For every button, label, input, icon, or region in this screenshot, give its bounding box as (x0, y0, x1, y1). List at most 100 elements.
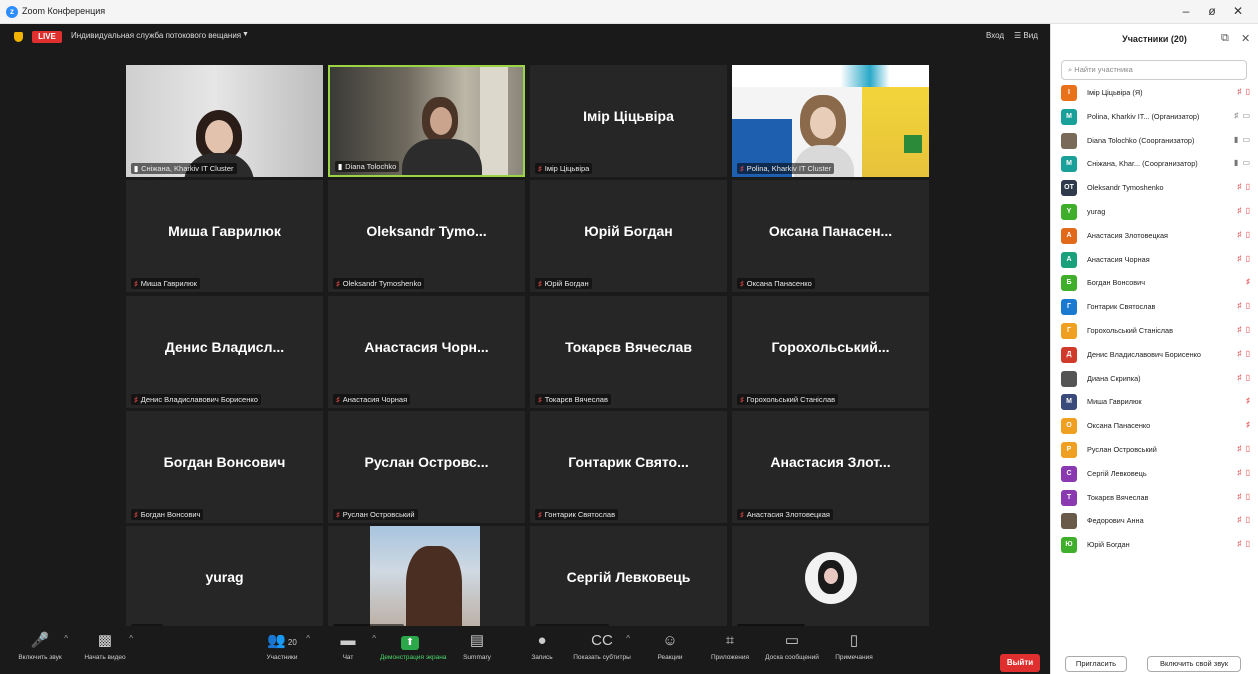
participant-name: Сніжана, Khar... (Соорганизатор) (1087, 159, 1198, 169)
reactions-button[interactable]: ☺ Реакции (640, 626, 700, 674)
mic-video-muted-icon: ♯ ▯ (1237, 182, 1251, 192)
participant-row[interactable]: OT Oleksandr Tymoshenko ♯ ▯ (1061, 178, 1251, 198)
shield-icon[interactable] (14, 32, 23, 42)
notes-button[interactable]: ▯ Примечания (824, 626, 884, 674)
unmute-self-button[interactable]: Включить свой звук (1147, 656, 1241, 672)
chevron-up-icon[interactable]: ^ (64, 634, 68, 643)
whiteboard-button[interactable]: ▭ Доска сообщений (762, 626, 822, 674)
participant-name: Анастасия Злотовецкая (1087, 230, 1168, 240)
participant-name: Денис Владиславович Борисенко (1087, 349, 1201, 359)
search-input[interactable]: ⌕ Найти участника (1061, 60, 1247, 80)
video-tile[interactable]: ♯ Polina, Kharkiv IT Cluster (732, 65, 929, 177)
video-tile[interactable]: Оксана Панасен... ♯ Оксана Панасенко (732, 180, 929, 292)
record-icon: ● (537, 632, 547, 649)
chat-icon: ▬ (340, 632, 356, 649)
participant-row[interactable]: Б Богдан Вонсович ♯ (1061, 273, 1251, 293)
participant-row[interactable]: Р Руслан Островський ♯ ▯ (1061, 440, 1251, 460)
participant-name: Oleksandr Tymoshenko (1087, 183, 1164, 193)
participant-row[interactable]: І Імір Ціцьвіра (Я) ♯ ▯ (1061, 83, 1251, 103)
chat-button[interactable]: ▬ Чат ^ (318, 626, 378, 674)
chevron-up-icon[interactable]: ^ (129, 634, 133, 643)
view-button[interactable]: ☰ Вид (1014, 31, 1038, 40)
leave-button[interactable]: Выйти (1000, 654, 1040, 672)
captions-button[interactable]: CC Показать субтитры ^ (572, 626, 632, 674)
participant-row[interactable]: M Polina, Kharkiv IT... (Организатор) ♯ ▭ (1061, 107, 1251, 127)
participant-row[interactable]: А Анастасия Злотовецкая ♯ ▯ (1061, 226, 1251, 246)
avatar: А (1061, 251, 1077, 268)
stream-service-label[interactable]: Индивидуальная служба потокового вещания (71, 31, 241, 40)
participant-row[interactable]: Г Гонтарик Святослав ♯ ▯ (1061, 297, 1251, 317)
invite-button[interactable]: Пригласить (1065, 656, 1127, 672)
close-icon[interactable]: ✕ (1241, 32, 1250, 45)
tile-name-label: ♯ Анастасия Чорная (333, 394, 411, 405)
video-tile[interactable]: ♯Федорович Анна (328, 526, 525, 638)
minimize-icon[interactable]: – (1176, 4, 1196, 18)
video-tile[interactable]: Імір Ціцьвіра ♯ Імір Ціцьвіра (530, 65, 727, 177)
video-tile[interactable]: Богдан Вонсович ♯ Богдан Вонсович (126, 411, 323, 523)
participant-row[interactable]: М Миша Гаврилюк ♯ (1061, 392, 1251, 412)
video-tile[interactable]: yurag♯yurag (126, 526, 323, 638)
video-tile[interactable]: Анастасия Злот... ♯ Анастасия Злотовецкая (732, 411, 929, 523)
toolbar-label: Включить звук (18, 654, 62, 661)
video-tile[interactable]: Oleksandr Tymo... ♯ Oleksandr Tymoshenko (328, 180, 525, 292)
mic-muted-icon: ♯ (538, 395, 542, 404)
participant-row[interactable]: Федорович Анна ♯ ▯ (1061, 511, 1251, 531)
mic-video-muted-icon: ♯ ▯ (1237, 325, 1251, 334)
mic-muted-icon: ♯ (134, 510, 138, 519)
video-tile[interactable]: Токарєв Вячеслав ♯ Токарєв Вячеслав (530, 296, 727, 408)
mic-muted-icon: ♯ (740, 510, 744, 519)
meeting-toolbar: 🎤 Включить звук ^ ▩ Начать видео ^ 👥 20 Участник… (0, 626, 1050, 674)
live-badge[interactable]: LIVE (32, 31, 62, 43)
participant-row[interactable]: Т Токарєв Вячеслав ♯ ▯ (1061, 488, 1251, 508)
chevron-up-icon[interactable]: ^ (306, 634, 310, 643)
video-off-button[interactable]: ▩ Начать видео ^ (75, 626, 135, 674)
participant-row[interactable]: А Анастасия Чорная ♯ ▯ (1061, 250, 1251, 270)
summary-button[interactable]: ▤ Summary (447, 626, 507, 674)
tile-label-text: Сніжана, Kharkiv IT Cluster (141, 164, 234, 173)
participant-row[interactable]: О Оксана Панасенко ♯ (1061, 416, 1251, 436)
mic-muted-icon: ♯ (538, 279, 542, 288)
share-screen-button[interactable]: ⬆ Демонстрация экрана (380, 626, 446, 674)
video-tile[interactable]: Анастасия Чорн... ♯ Анастасия Чорная (328, 296, 525, 408)
video-tile[interactable]: Денис Владисл... ♯ Денис Владиславович Бор… (126, 296, 323, 408)
participant-row[interactable]: M Сніжана, Khar... (Соорганизатор) ▮ ▭ (1061, 154, 1251, 174)
video-tile[interactable]: Сергій Левковець♯Сергій Левковець (530, 526, 727, 638)
chevron-up-icon[interactable]: ^ (626, 634, 630, 643)
video-tile[interactable]: Гонтарик Свято... ♯ Гонтарик Святослав (530, 411, 727, 523)
participant-row[interactable]: Yyurag ♯ ▯ (1061, 202, 1251, 222)
toolbar-label: Доска сообщений (765, 654, 819, 661)
video-tile[interactable]: ▮ Сніжана, Kharkiv IT Cluster (126, 65, 323, 177)
video-tile[interactable]: Горохольський... ♯ Горохольський Станіслав (732, 296, 929, 408)
chevron-down-icon[interactable]: ▼ (242, 31, 249, 38)
mic-off-button[interactable]: 🎤 Включить звук ^ (10, 626, 70, 674)
video-tile[interactable]: Юрій Богдан ♯ Юрій Богдан (530, 180, 727, 292)
participant-row[interactable]: Diana Tolochko (Соорганизатор) ▮ ▭ (1061, 131, 1251, 151)
participant-row[interactable]: Ю Юрій Богдан ♯ ▯ (1061, 535, 1251, 555)
video-tile[interactable]: ♯Диана Скрипка) (732, 526, 929, 638)
view-in-button[interactable]: Вход (986, 31, 1004, 40)
captions-icon: CC (591, 632, 613, 649)
tile-label-text: Миша Гаврилюк (140, 279, 197, 288)
window-titlebar: z Zoom Конференция – ø ✕ (0, 0, 1258, 24)
mic-muted-icon: ▮ (134, 164, 139, 173)
video-tile[interactable]: ▮ Diana Tolochko (328, 65, 525, 177)
participant-name: Федорович Анна (1087, 516, 1144, 526)
mic-video-muted-icon: ♯ ▯ (1237, 515, 1251, 525)
chevron-up-icon[interactable]: ^ (372, 634, 376, 643)
video-tile[interactable]: Руслан Островс... ♯ Руслан Островський (328, 411, 525, 523)
reactions-icon: ☺ (662, 632, 678, 649)
close-window-icon[interactable]: ✕ (1228, 4, 1248, 18)
video-tile[interactable]: Миша Гаврилюк ♯ Миша Гаврилюк (126, 180, 323, 292)
participant-row[interactable]: Диана Скрипка) ♯ ▯ (1061, 369, 1251, 389)
apps-button[interactable]: ⌗ Приложения (700, 626, 760, 674)
tile-label-text: Анастасия Злотовецкая (746, 510, 830, 519)
participant-row[interactable]: С Сергій Левковець ♯ ▯ (1061, 464, 1251, 484)
avatar: Б (1061, 275, 1077, 292)
participant-row[interactable]: Д Денис Владиславович Борисенко ♯ ▯ (1061, 345, 1251, 365)
tile-name-label: ♯ Денис Владиславович Борисенко (131, 394, 261, 405)
restore-icon[interactable]: ø (1202, 4, 1222, 18)
participant-row[interactable]: Г Горохольський Станіслав ♯ ▯ (1061, 321, 1251, 341)
record-button[interactable]: ● Запись (512, 626, 572, 674)
popout-icon[interactable]: ⧉ (1221, 32, 1229, 45)
participants-button[interactable]: 👥 20 Участники ^ (252, 626, 312, 674)
